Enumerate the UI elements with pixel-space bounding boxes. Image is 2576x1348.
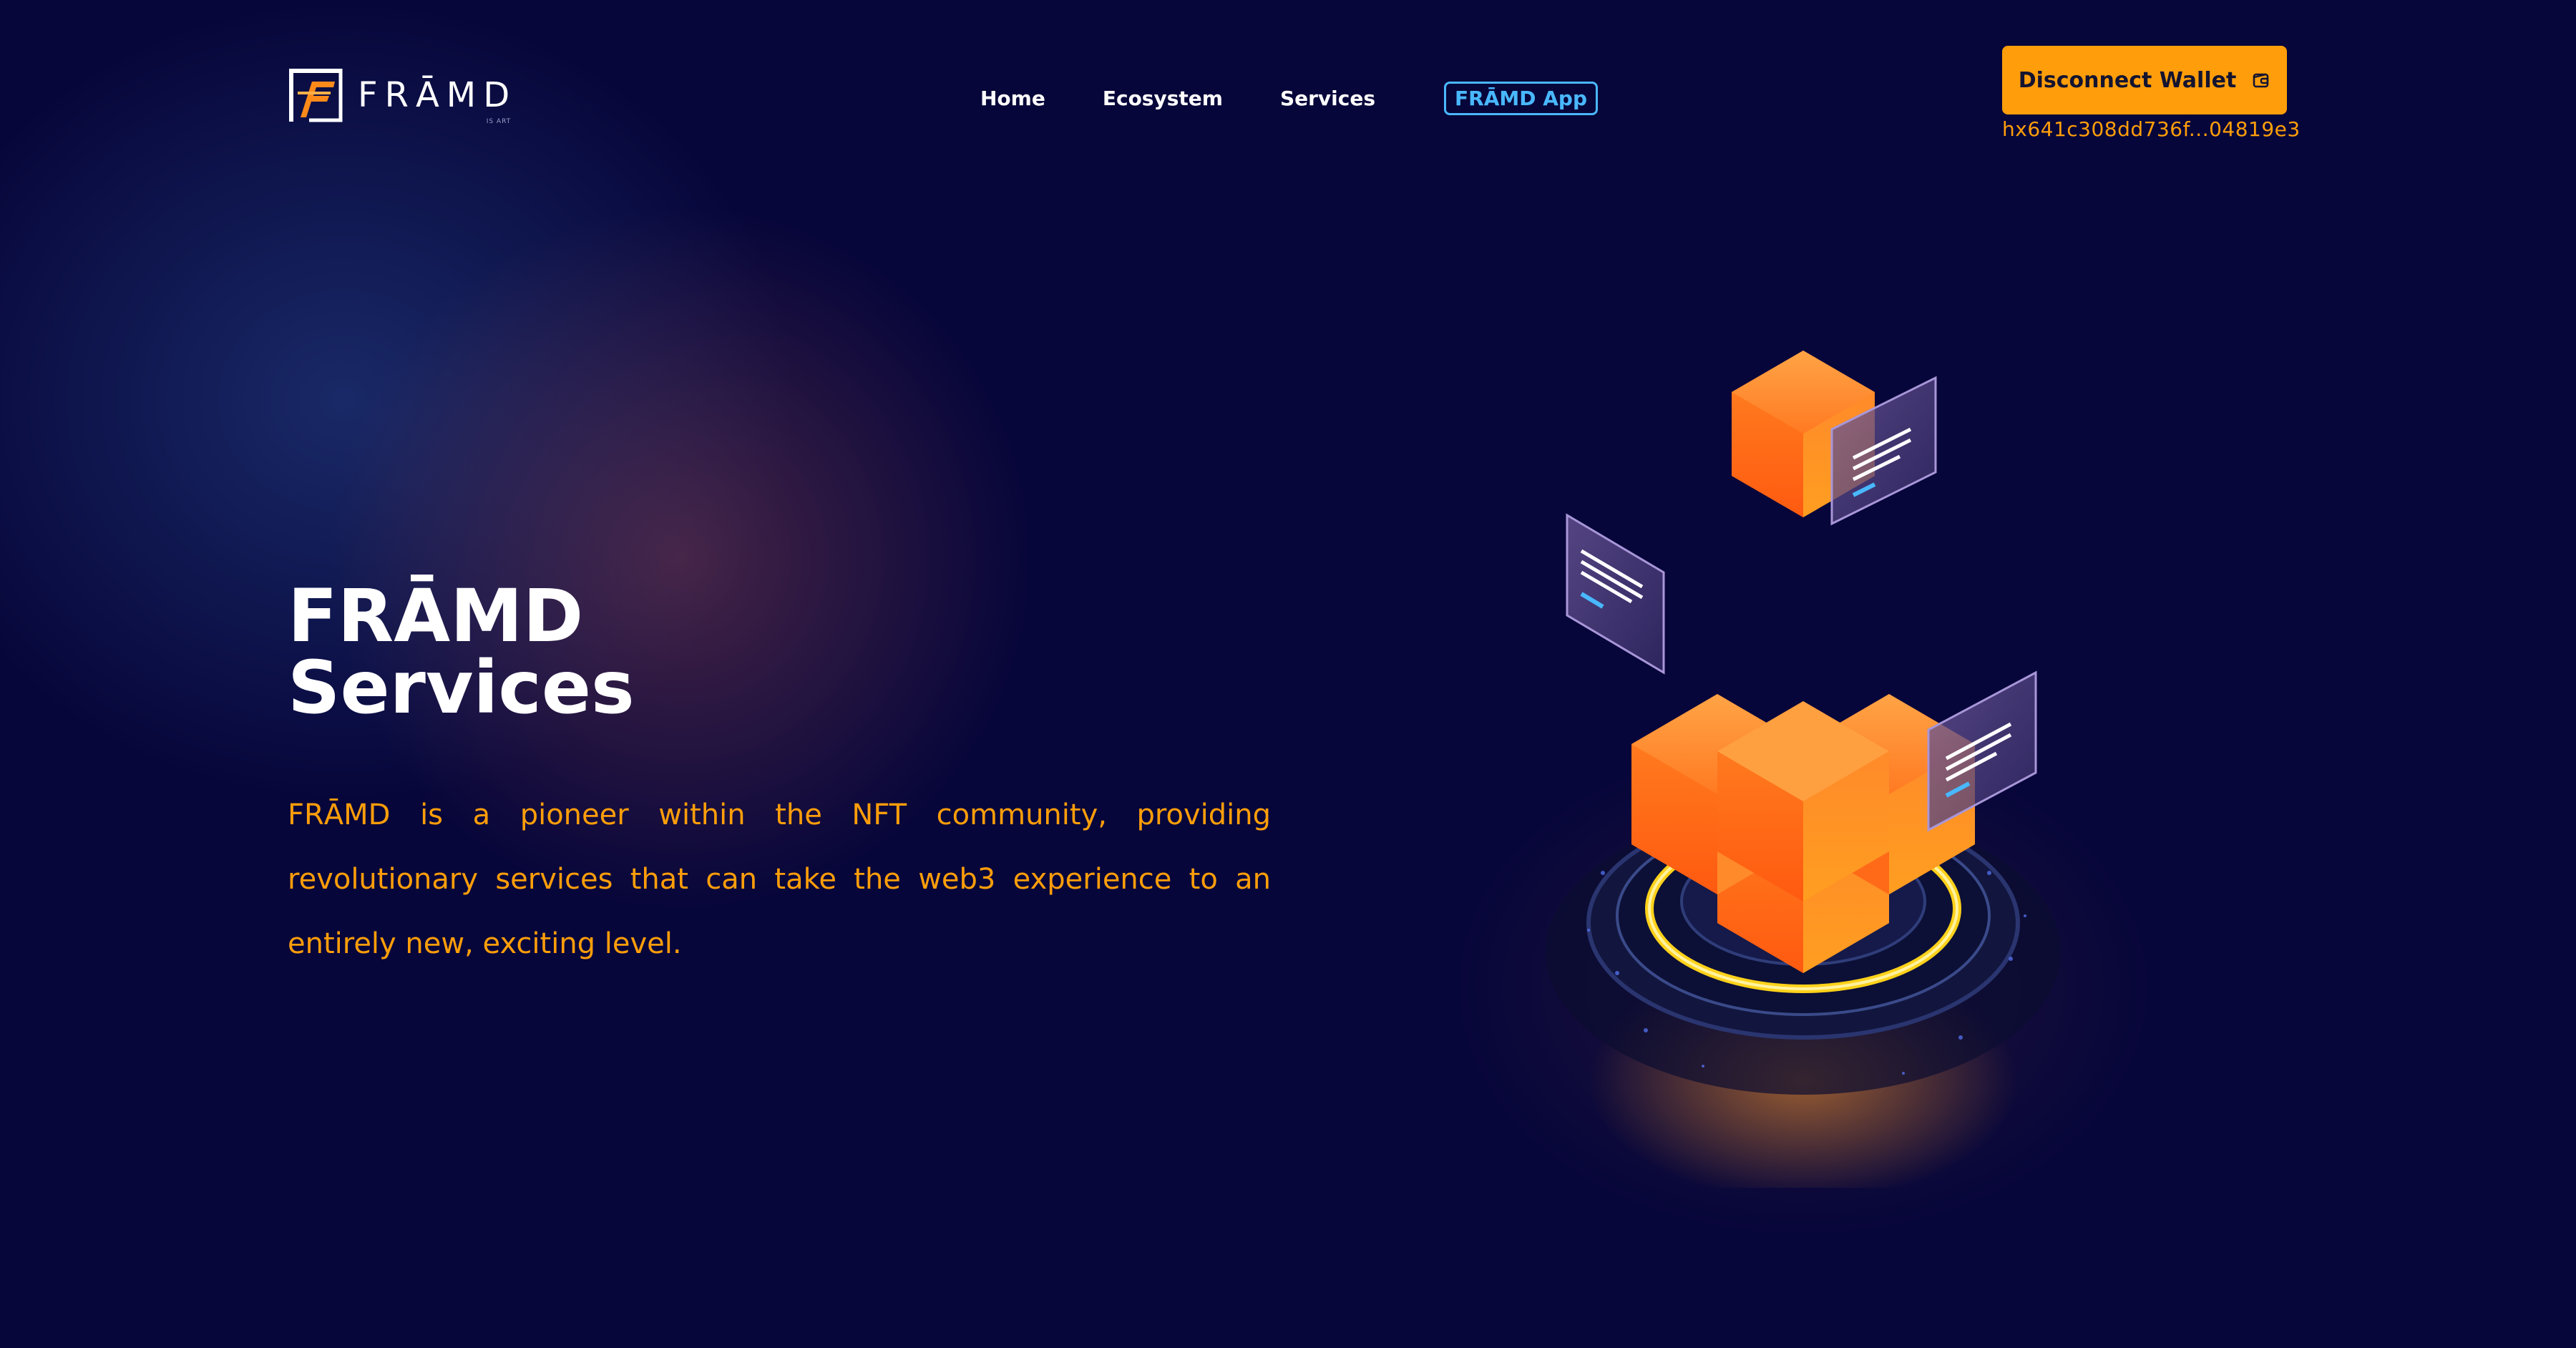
logo[interactable]: FRĀMD IS ART [288,66,517,125]
wallet-address: hx641c308dd736f...04819e3 [2002,117,2301,141]
nav-home[interactable]: Home [980,87,1045,110]
page-title: FRĀMD Services [288,574,789,731]
hero-description: FRĀMD is a pioneer within the NFT commun… [288,798,1271,960]
logo-text: FRĀMD [358,75,517,115]
disconnect-wallet-button[interactable]: Disconnect Wallet [2002,46,2287,114]
nav-services[interactable]: Services [1280,87,1375,110]
logo-subtext: IS ART [486,118,512,125]
wallet-icon [2253,73,2269,88]
disconnect-wallet-label: Disconnect Wallet [2018,67,2237,93]
nav-framd-app[interactable]: FRĀMD App [1444,82,1598,115]
framd-logo-icon [289,69,343,122]
title-line-1: FRĀMD [288,574,584,659]
orange-cubes-illustration [1546,351,2061,1188]
nav-ecosystem[interactable]: Ecosystem [1103,87,1223,110]
title-line-2: Services [288,645,635,731]
main-nav: Home Ecosystem Services FRĀMD App [980,82,1598,115]
